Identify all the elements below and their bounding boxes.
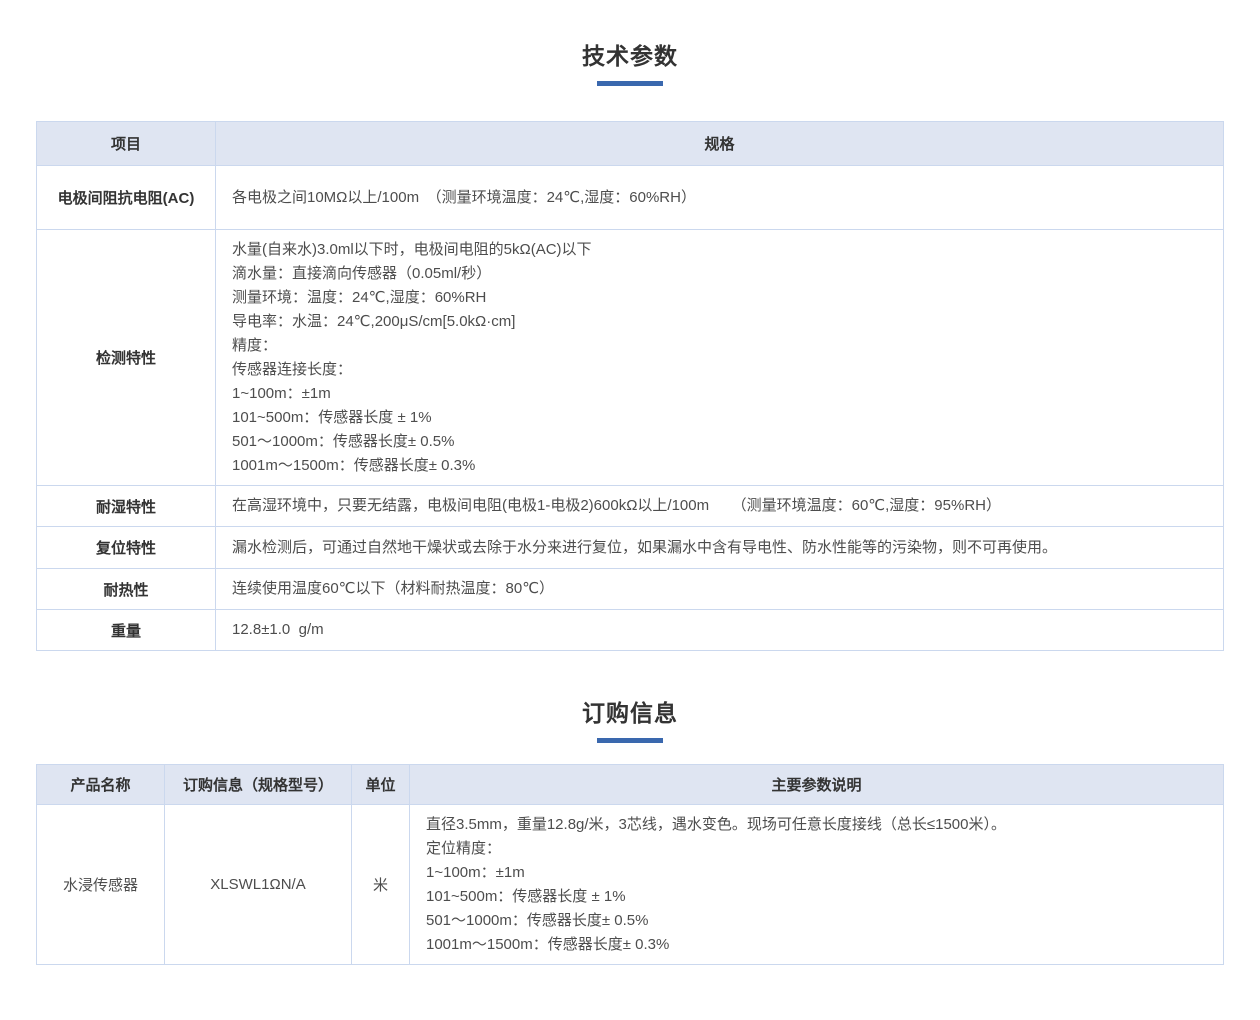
row-value: 水量(自来水)3.0ml以下时，电极间电阻的5kΩ(AC)以下 滴水量：直接滴向… — [216, 230, 1224, 486]
row-label: 复位特性 — [37, 527, 216, 569]
spec-line: 在高湿环境中，只要无结露，电极间电阻(电极1-电极2)600kΩ以上/100m … — [232, 494, 1207, 518]
spec-line: 漏水检测后，可通过自然地干燥状或去除于水分来进行复位，如果漏水中含有导电性、防水… — [232, 536, 1207, 560]
table-row-detection: 检测特性 水量(自来水)3.0ml以下时，电极间电阻的5kΩ(AC)以下 滴水量… — [37, 230, 1224, 486]
spec-line: 1001m～1500m：传感器长度± 0.3% — [426, 933, 1207, 957]
order-section-title: 订购信息 — [0, 697, 1260, 729]
table-row-humidity: 耐湿特性 在高湿环境中，只要无结露，电极间电阻(电极1-电极2)600kΩ以上/… — [37, 486, 1224, 527]
spec-line: 直径3.5mm，重量12.8g/米，3芯线，遇水变色。现场可任意长度接线（总长≤… — [426, 813, 1207, 837]
column-header-model: 订购信息（规格型号） — [165, 765, 352, 805]
spec-line: 各电极之间10MΩ以上/100m （测量环境温度：24℃,湿度：60%RH） — [232, 186, 1207, 210]
spec-line: 精度： — [232, 334, 1207, 358]
column-header-spec: 规格 — [216, 122, 1224, 166]
tech-title-underline — [597, 81, 663, 86]
spec-line: 1~100m：±1m — [232, 382, 1207, 406]
order-info-table: 产品名称 订购信息（规格型号） 单位 主要参数说明 水浸传感器 XLSWL1ΩN… — [36, 764, 1224, 965]
spec-line: 定位精度： — [426, 837, 1207, 861]
order-title-underline — [597, 738, 663, 743]
column-header-item: 项目 — [37, 122, 216, 166]
row-label: 检测特性 — [37, 230, 216, 486]
row-value: 连续使用温度60℃以下（材料耐热温度：80℃） — [216, 569, 1224, 610]
row-label: 重量 — [37, 610, 216, 651]
product-name: 水浸传感器 — [37, 805, 165, 965]
model-number: XLSWL1ΩN/A — [165, 805, 352, 965]
order-header-row: 产品名称 订购信息（规格型号） 单位 主要参数说明 — [37, 765, 1224, 805]
row-value: 在高湿环境中，只要无结露，电极间电阻(电极1-电极2)600kΩ以上/100m … — [216, 486, 1224, 527]
spec-line: 1~100m：±1m — [426, 861, 1207, 885]
spec-line: 101~500m：传感器长度 ± 1% — [426, 885, 1207, 909]
spec-line: 连续使用温度60℃以下（材料耐热温度：80℃） — [232, 577, 1207, 601]
table-row-heat: 耐热性 连续使用温度60℃以下（材料耐热温度：80℃） — [37, 569, 1224, 610]
row-value: 12.8±1.0 g/m — [216, 610, 1224, 651]
spec-line: 1001m～1500m：传感器长度± 0.3% — [232, 454, 1207, 478]
table-row-water-sensor: 水浸传感器 XLSWL1ΩN/A 米 直径3.5mm，重量12.8g/米，3芯线… — [37, 805, 1224, 965]
row-label: 电极间阻抗电阻(AC) — [37, 166, 216, 230]
spec-line: 测量环境：温度：24℃,湿度：60%RH — [232, 286, 1207, 310]
row-value: 各电极之间10MΩ以上/100m （测量环境温度：24℃,湿度：60%RH） — [216, 166, 1224, 230]
spec-line: 12.8±1.0 g/m — [232, 618, 1207, 642]
tech-specs-table: 项目 规格 电极间阻抗电阻(AC) 各电极之间10MΩ以上/100m （测量环境… — [36, 121, 1224, 651]
tech-section-title: 技术参数 — [0, 40, 1260, 72]
product-spec-page: 技术参数 项目 规格 电极间阻抗电阻(AC) 各电极之间10MΩ以上/100m … — [0, 0, 1260, 1020]
table-row-reset: 复位特性 漏水检测后，可通过自然地干燥状或去除于水分来进行复位，如果漏水中含有导… — [37, 527, 1224, 569]
spec-line: 501～1000m：传感器长度± 0.5% — [232, 430, 1207, 454]
row-label: 耐湿特性 — [37, 486, 216, 527]
column-header-product: 产品名称 — [37, 765, 165, 805]
params-description: 直径3.5mm，重量12.8g/米，3芯线，遇水变色。现场可任意长度接线（总长≤… — [410, 805, 1224, 965]
table-row-impedance: 电极间阻抗电阻(AC) 各电极之间10MΩ以上/100m （测量环境温度：24℃… — [37, 166, 1224, 230]
row-label: 耐热性 — [37, 569, 216, 610]
tech-header-row: 项目 规格 — [37, 122, 1224, 166]
row-value: 漏水检测后，可通过自然地干燥状或去除于水分来进行复位，如果漏水中含有导电性、防水… — [216, 527, 1224, 569]
unit-value: 米 — [352, 805, 410, 965]
spec-line: 滴水量：直接滴向传感器（0.05ml/秒） — [232, 262, 1207, 286]
spec-line: 501～1000m：传感器长度± 0.5% — [426, 909, 1207, 933]
spec-line: 导电率：水温：24℃,200μS/cm[5.0kΩ·cm] — [232, 310, 1207, 334]
column-header-unit: 单位 — [352, 765, 410, 805]
column-header-params: 主要参数说明 — [410, 765, 1224, 805]
spec-line: 101~500m：传感器长度 ± 1% — [232, 406, 1207, 430]
spec-line: 水量(自来水)3.0ml以下时，电极间电阻的5kΩ(AC)以下 — [232, 238, 1207, 262]
spec-line: 传感器连接长度： — [232, 358, 1207, 382]
table-row-weight: 重量 12.8±1.0 g/m — [37, 610, 1224, 651]
